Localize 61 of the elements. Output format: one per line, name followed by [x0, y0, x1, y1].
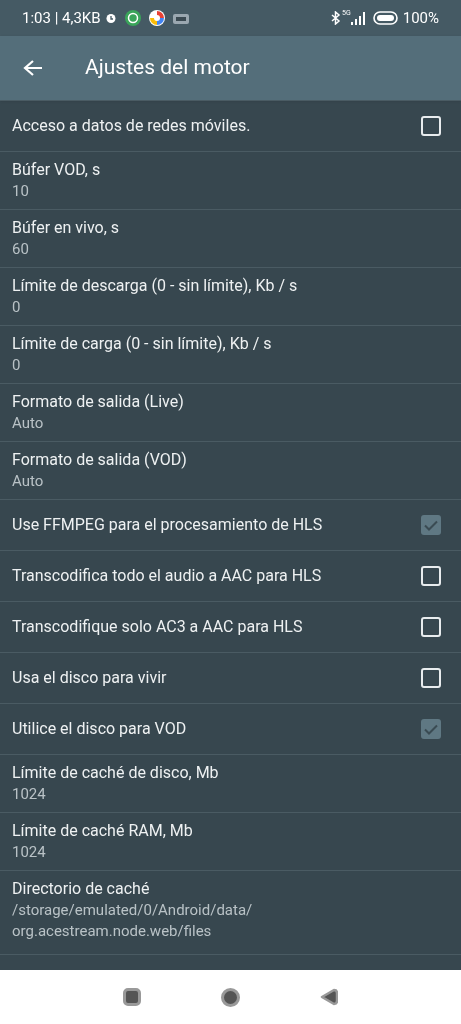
setting-title: Límite de descarga (0 - sin límite), Kb / s	[12, 275, 299, 297]
setting-value: 1024	[12, 784, 47, 805]
settings-row[interactable]: Directorio de caché /storage/emulated/0/Android/data/ org.acestream.node.web/files	[0, 870, 461, 954]
status-time: 1:03 | 4,3KB	[22, 7, 101, 29]
checkmark-icon	[424, 519, 438, 531]
setting-value: 1024	[12, 842, 47, 863]
setting-title: Usa el disco para vivir	[12, 667, 168, 689]
bluetooth-icon	[331, 11, 341, 25]
setting-value: 0	[12, 355, 22, 376]
setting-title: Límite de carga (0 - sin límite), Kb / s	[12, 333, 273, 355]
image-icon	[172, 11, 189, 25]
settings-row[interactable]: Formato de salida (Live) Auto	[0, 383, 461, 441]
setting-title: Formato de salida (VOD)	[12, 449, 188, 471]
setting-value: 60	[12, 239, 30, 260]
settings-row[interactable]: Transcodifica todo el audio a AAC para HLS	[0, 550, 461, 601]
checkmark-icon	[424, 723, 438, 735]
setting-value: /storage/emulated/0/Android/data/ org.acestream.node.web/files	[12, 900, 254, 942]
setting-title: Acceso a datos de redes móviles.	[12, 115, 252, 137]
checkbox[interactable]	[421, 566, 441, 586]
setting-title: Límite de caché de disco, Mb	[12, 762, 220, 784]
settings-row[interactable]: Use FFMPEG para el procesamiento de HLS	[0, 499, 461, 550]
battery-icon	[372, 11, 399, 25]
signal-icon	[350, 11, 365, 25]
setting-value: 10	[12, 181, 30, 202]
checkbox[interactable]	[421, 617, 441, 637]
settings-row[interactable]: Transcodifique solo AC3 a AAC para HLS	[0, 601, 461, 652]
settings-row[interactable]: Utilice el disco para VOD	[0, 703, 461, 754]
back-nav-button[interactable]	[320, 988, 338, 1006]
setting-value: 0	[12, 297, 22, 318]
settings-row[interactable]: Límite de descarga (0 - sin límite), Kb / s 0	[0, 267, 461, 325]
checkbox[interactable]	[421, 515, 441, 535]
screen-title: Ajustes del motor	[85, 54, 250, 82]
settings-row[interactable]: Límite de carga (0 - sin límite), Kb / s 0	[0, 325, 461, 383]
settings-row[interactable]: Usa el disco para vivir	[0, 652, 461, 703]
setting-title: Utilice el disco para VOD	[12, 718, 188, 740]
alarm-icon	[104, 12, 117, 24]
settings-row[interactable]: Formato de salida (VOD) Auto	[0, 441, 461, 499]
setting-title: Use FFMPEG para el procesamiento de HLS	[12, 514, 324, 536]
setting-title: Formato de salida (Live)	[12, 391, 185, 413]
settings-row[interactable]: Acceso a datos de redes móviles.	[0, 100, 461, 151]
setting-title: Directorio de caché	[12, 878, 151, 900]
settings-row[interactable]: Límite de caché RAM, Mb 1024	[0, 812, 461, 870]
back-arrow-icon	[23, 59, 43, 77]
checkbox[interactable]	[421, 668, 441, 688]
setting-value: Auto	[12, 471, 45, 492]
setting-title: Límite de caché RAM, Mb	[12, 820, 194, 842]
chat-app-icon	[124, 10, 141, 26]
setting-title: Búfer VOD, s	[12, 159, 102, 181]
settings-row[interactable]: Búfer en vivo, s 60	[0, 209, 461, 267]
checkbox[interactable]	[421, 116, 441, 136]
home-button[interactable]	[221, 987, 240, 1007]
settings-row[interactable]: Límite de caché de disco, Mb 1024	[0, 754, 461, 812]
app-icon	[148, 10, 165, 26]
setting-title: Búfer en vivo, s	[12, 217, 121, 239]
setting-title: Transcodifica todo el audio a AAC para HLS	[12, 565, 323, 587]
settings-row[interactable]: Búfer VOD, s 10	[0, 151, 461, 209]
recents-button[interactable]	[123, 988, 141, 1006]
checkbox[interactable]	[421, 719, 441, 739]
setting-value: Auto	[12, 413, 45, 434]
battery-percent: 100%	[402, 7, 439, 29]
setting-title: Transcodifique solo AC3 a AAC para HLS	[12, 616, 304, 638]
